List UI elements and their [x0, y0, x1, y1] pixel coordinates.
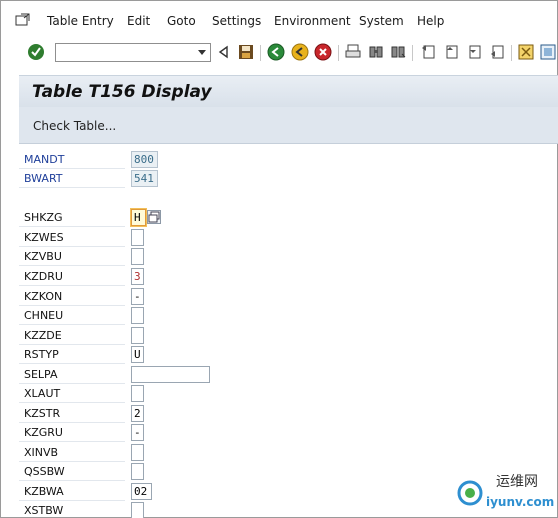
back-arrow-icon[interactable] [215, 43, 233, 61]
command-field[interactable] [55, 43, 211, 62]
chevron-down-icon[interactable] [196, 47, 208, 58]
first-page-icon[interactable] [419, 43, 437, 61]
application-toolbar: Check Table... [19, 107, 558, 144]
exit-yellow-icon[interactable] [291, 43, 309, 61]
menu-help[interactable]: Help [417, 14, 444, 28]
watermark-url: iyunv.com [486, 495, 555, 509]
field-label-kzdru: KZDRU [19, 268, 125, 286]
field-label-kzwes: KZWES [19, 229, 125, 247]
menu-table-entry[interactable]: Table Entry [47, 14, 114, 28]
field-value-mandt: 800 [131, 151, 158, 168]
back-green-icon[interactable] [267, 43, 285, 61]
value-help-icon[interactable] [147, 210, 161, 224]
field-label-mandt: MANDT [19, 151, 125, 169]
toolbar-separator [338, 45, 339, 61]
menu-system[interactable]: System [359, 14, 404, 28]
find-icon[interactable] [367, 43, 385, 61]
field-value-xlaut[interactable] [131, 385, 144, 402]
next-page-icon[interactable] [465, 43, 483, 61]
field-value-kzkon[interactable]: - [131, 288, 144, 305]
check-table-button[interactable]: Check Table... [33, 119, 116, 133]
field-label-xstbw: XSTBW [19, 502, 125, 518]
field-value-bwart: 541 [131, 170, 158, 187]
field-label-kzvbu: KZVBU [19, 248, 125, 266]
field-label-xinvb: XINVB [19, 444, 125, 462]
menu-exit-icon[interactable] [15, 13, 31, 27]
shortcut-icon[interactable] [539, 43, 557, 61]
field-label-bwart: BWART [19, 170, 125, 188]
field-label-chneu: CHNEU [19, 307, 125, 325]
page-title: Table T156 Display [32, 82, 212, 102]
field-value-xinvb[interactable] [131, 444, 144, 461]
field-label-shkzg: SHKZG [19, 209, 125, 227]
menu-environment[interactable]: Environment [274, 14, 351, 28]
field-label-kzgru: KZGRU [19, 424, 125, 442]
field-value-kzgru[interactable]: - [131, 424, 144, 441]
menu-edit[interactable]: Edit [127, 14, 150, 28]
field-value-kzvbu[interactable] [131, 248, 144, 265]
find-next-icon[interactable] [389, 43, 407, 61]
toolbar-separator [511, 45, 512, 61]
field-value-kzzde[interactable] [131, 327, 144, 344]
field-value-shkzg[interactable]: H [131, 209, 146, 226]
save-icon[interactable] [237, 43, 255, 61]
field-value-selpa[interactable] [131, 366, 210, 383]
field-label-rstyp: RSTYP [19, 346, 125, 364]
create-session-icon[interactable] [517, 43, 535, 61]
field-label-kzbwa: KZBWA [19, 483, 125, 501]
cancel-icon[interactable] [314, 43, 332, 61]
menu-goto[interactable]: Goto [167, 14, 196, 28]
field-value-kzwes[interactable] [131, 229, 144, 246]
menu-settings[interactable]: Settings [212, 14, 261, 28]
watermark-text: 运维网 [496, 474, 538, 490]
field-value-qssbw[interactable] [131, 463, 144, 480]
field-value-kzdru[interactable]: 3 [131, 268, 144, 285]
field-label-qssbw: QSSBW [19, 463, 125, 481]
field-label-kzzde: KZZDE [19, 327, 125, 345]
print-icon[interactable] [344, 43, 362, 61]
field-label-selpa: SELPA [19, 366, 125, 384]
standard-toolbar [1, 39, 557, 67]
field-value-kzstr[interactable]: 2 [131, 405, 144, 422]
screen-title-bar: Table T156 Display [19, 75, 558, 107]
field-value-rstyp[interactable]: U [131, 346, 144, 363]
enter-check-icon[interactable] [27, 43, 45, 61]
field-value-xstbw[interactable] [131, 502, 144, 518]
command-input[interactable] [56, 44, 194, 61]
previous-page-icon[interactable] [442, 43, 460, 61]
toolbar-separator [412, 45, 413, 61]
field-label-xlaut: XLAUT [19, 385, 125, 403]
watermark-logo: 运维网 iyunv.com [456, 469, 556, 515]
field-label-kzstr: KZSTR [19, 405, 125, 423]
field-value-kzbwa[interactable]: 02 [131, 483, 152, 500]
field-value-chneu[interactable] [131, 307, 144, 324]
menu-bar: Table Entry Edit Goto Settings Environme… [1, 1, 557, 39]
field-label-kzkon: KZKON [19, 288, 125, 306]
last-page-icon[interactable] [488, 43, 506, 61]
toolbar-separator [260, 45, 261, 61]
